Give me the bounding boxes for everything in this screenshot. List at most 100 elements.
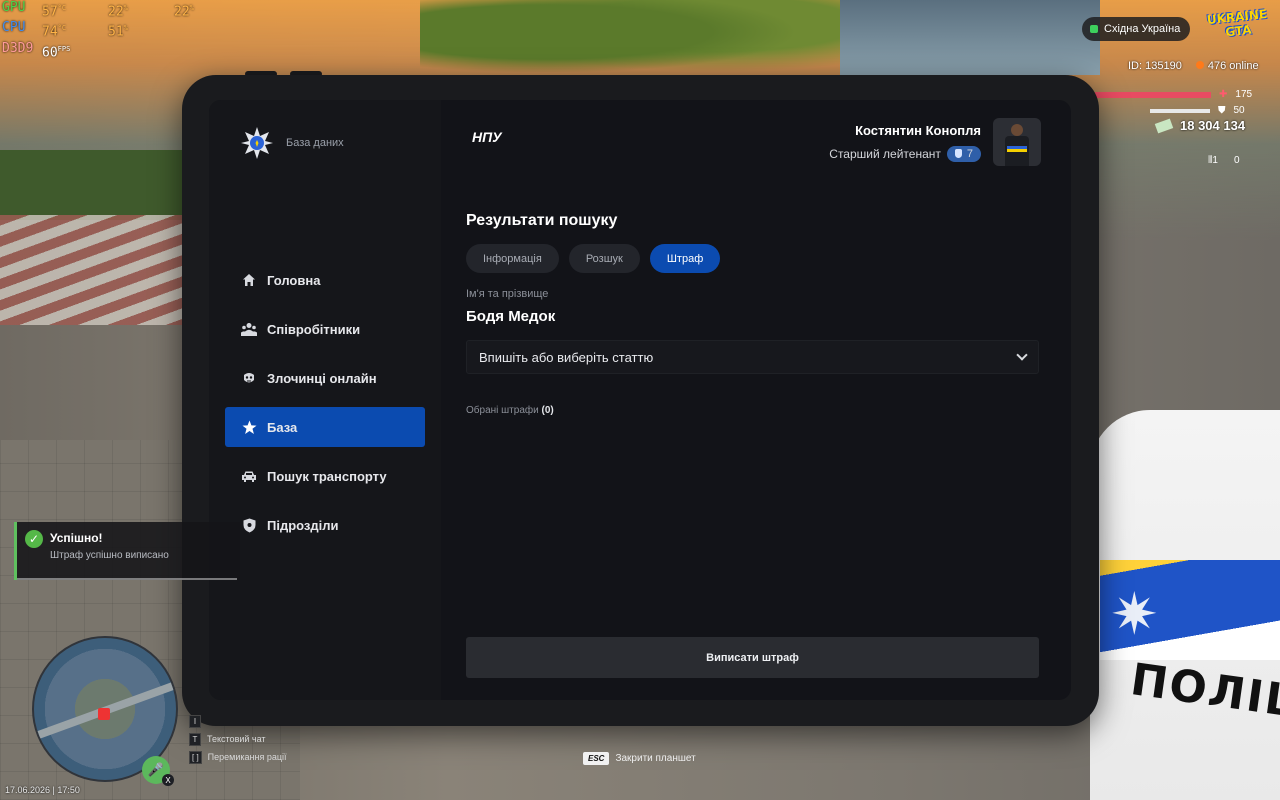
notification-progress <box>17 578 237 580</box>
region-indicator: Східна Україна <box>1082 17 1191 41</box>
name-label: Ім'я та прізвище <box>466 288 549 300</box>
sidebar-nav: Головна Співробітники Злочинці онлайн Ба… <box>225 260 425 554</box>
health-bar: ✚ 175 <box>1095 89 1252 100</box>
perf-row-gpu: GPU 57°C 22% 22% <box>2 0 234 20</box>
notification-title: Успішно! <box>50 531 103 545</box>
notification-text: Штраф успішно виписано <box>50 550 169 561</box>
sidebar: База даних НПУ Головна Співробітники Зло… <box>209 100 502 700</box>
armor-shield-icon: ⛊ <box>1218 105 1226 116</box>
key-hints: I T Текстовий чат [ ] Перемикання рації <box>189 712 287 766</box>
scene-crosswalk <box>0 215 190 325</box>
cpu-temp-unit: °C <box>57 24 67 33</box>
police-star-icon: ✷ <box>1110 582 1159 647</box>
shield-icon <box>241 517 257 533</box>
health-fill <box>1095 91 1211 98</box>
rank-badge: 7 <box>946 145 981 162</box>
user-name: Костянтин Конопля <box>855 122 981 138</box>
avatar <box>993 118 1041 166</box>
money-value: 18 304 134 <box>1180 118 1246 133</box>
success-notification: ✓ Успішно! Штраф успішно виписано <box>14 522 240 580</box>
money-display: 18 304 134 <box>1154 118 1246 133</box>
minimap-player-icon <box>98 708 110 720</box>
esc-key: ESC <box>583 752 610 765</box>
gpu-mem: 22% <box>174 0 234 20</box>
cpu-load-unit: % <box>123 24 128 33</box>
check-icon: ✓ <box>25 530 43 548</box>
date-time: 17.06.2026 | 17:50 <box>5 785 80 795</box>
money-icon <box>1154 118 1174 133</box>
gpu-temp-value: 57 <box>42 4 58 20</box>
player-id: ID: 135190 <box>1128 60 1182 72</box>
rank-level: 7 <box>966 147 973 160</box>
sidebar-item-label: База <box>267 419 298 435</box>
chevron-down-icon <box>1016 349 1028 361</box>
tab-information[interactable]: Інформація <box>466 244 559 273</box>
online-count-text: 476 online <box>1207 60 1259 72</box>
cpu-load: 51% <box>108 20 168 40</box>
home-icon <box>241 272 257 288</box>
user-rank: Старший лейтенант 7 <box>829 145 981 162</box>
fps: 60FPS <box>42 41 102 61</box>
hint-radio-label: Перемикання рації <box>207 752 287 762</box>
ammo-clip-value: 1 <box>1212 155 1218 166</box>
sidebar-item-vehicle-search[interactable]: Пошук транспорту <box>225 456 425 496</box>
gpu-load: 22% <box>108 0 168 20</box>
people-icon <box>241 321 257 337</box>
gpu-load-unit: % <box>123 4 128 12</box>
tab-fine[interactable]: Штраф <box>649 244 721 273</box>
rank-shield-icon <box>954 149 962 158</box>
tablet-screen: База даних НПУ Головна Співробітники Зло… <box>209 100 1071 700</box>
sidebar-item-label: Підрозділи <box>267 517 339 533</box>
fps-value: 60 <box>42 44 58 60</box>
article-select-placeholder: Впишіть або виберіть статтю <box>479 349 654 365</box>
person-name: Бодя Медок <box>466 308 556 325</box>
issue-fine-button[interactable]: Виписати штраф <box>466 637 1039 678</box>
user-block: Костянтин Конопля Старший лейтенант 7 <box>829 118 1041 166</box>
cpu-load-value: 51 <box>108 24 124 40</box>
perf-label: GPU <box>2 0 26 15</box>
sidebar-item-divisions[interactable]: Підрозділи <box>225 505 425 545</box>
armor-fill <box>1150 108 1210 113</box>
sidebar-item-criminals[interactable]: Злочинці онлайн <box>225 358 425 398</box>
perf-row-fps: D3D9 60FPS <box>2 41 234 61</box>
server-info: ID: 135190 476 online <box>1128 60 1259 72</box>
scene-grass <box>0 150 190 220</box>
close-tablet-hint: ESC Закрити планшет <box>583 752 696 765</box>
hint-blank: I <box>189 712 287 730</box>
gpu-temp-unit: °C <box>57 4 67 12</box>
ammo-total: 0 <box>1233 155 1240 166</box>
ammo-clip: ⦀1 <box>1208 155 1218 166</box>
tab-wanted[interactable]: Розшук <box>568 244 640 273</box>
tab-bar: Інформація Розшук Штраф <box>466 244 721 273</box>
hint-chat: T Текстовий чат <box>189 730 287 748</box>
sidebar-item-employees[interactable]: Співробітники <box>225 309 425 349</box>
avatar-head <box>1011 124 1023 136</box>
perf-overlay: GPU 57°C 22% 22% CPU 74°C 51% D3D9 60FPS <box>2 0 234 61</box>
gpu-mem-unit: % <box>189 4 194 12</box>
sidebar-item-home[interactable]: Головна <box>225 260 425 300</box>
mask-icon <box>241 370 257 386</box>
sidebar-item-database[interactable]: База <box>225 407 425 447</box>
brand: База даних НПУ <box>240 126 502 160</box>
selected-fines-count: (0) <box>541 405 554 416</box>
key-icon: I <box>189 714 201 728</box>
car-icon <box>241 468 257 484</box>
sidebar-item-label: Співробітники <box>267 321 361 337</box>
perf-label: CPU <box>2 20 26 36</box>
fps-unit: FPS <box>57 44 71 53</box>
avatar-flag <box>1007 146 1027 152</box>
health-plus-icon: ✚ <box>1219 89 1228 100</box>
scene-trees <box>420 0 840 80</box>
region-icon <box>1090 25 1098 33</box>
hint-radio: [ ] Перемикання рації <box>189 748 287 766</box>
key-t: T <box>189 732 201 746</box>
perf-row-cpu: CPU 74°C 51% <box>2 20 234 40</box>
article-select[interactable]: Впишіть або виберіть статтю <box>466 340 1039 374</box>
selected-fines: Обрані штрафи (0) <box>466 405 554 416</box>
sidebar-item-label: Пошук транспорту <box>267 468 387 484</box>
main-panel: Костянтин Конопля Старший лейтенант 7 Ре… <box>441 100 1071 700</box>
close-tablet-label: Закрити планшет <box>615 753 696 764</box>
brand-subtitle: База даних <box>286 137 344 149</box>
armor-bar: ⛊ 50 <box>1150 105 1245 116</box>
star-icon <box>241 419 257 435</box>
